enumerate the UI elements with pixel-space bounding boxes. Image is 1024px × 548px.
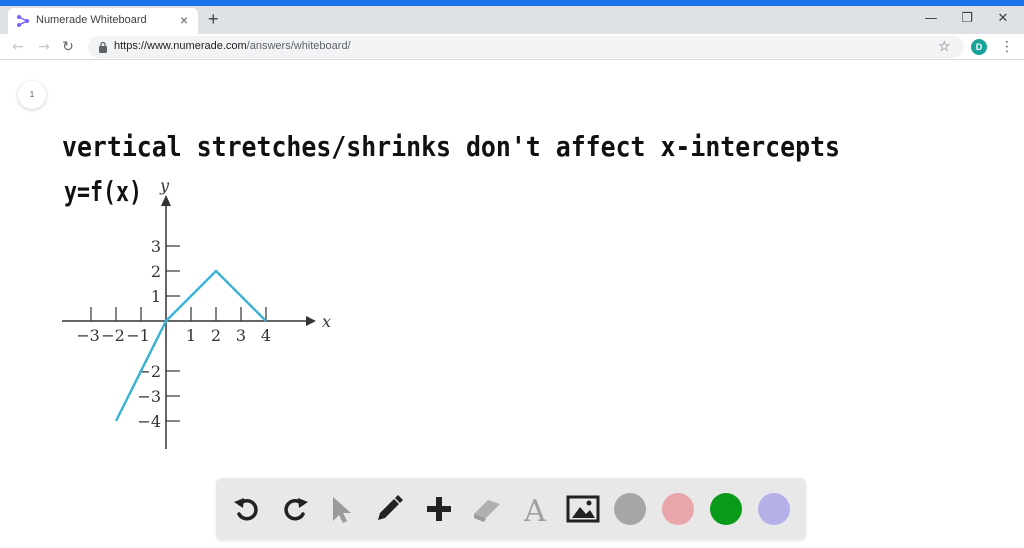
x-tick-label: 4 xyxy=(261,326,271,345)
x-axis-arrow xyxy=(306,316,316,326)
x-tick-label: 3 xyxy=(236,326,246,345)
numerade-logo-icon xyxy=(17,15,29,27)
restore-icon[interactable]: ❐ xyxy=(952,8,982,30)
tab-close-icon[interactable]: × xyxy=(180,12,188,28)
image-icon[interactable] xyxy=(566,492,600,526)
x-tick-label: −3 xyxy=(76,326,100,345)
lock-icon xyxy=(99,41,107,53)
handwritten-note-line1: vertical stretches/shrinks don't affect … xyxy=(62,130,840,163)
x-tick-label: 1 xyxy=(186,326,196,345)
url-text: https://www.numerade.com/answers/whitebo… xyxy=(114,40,351,52)
y-axis-label: y xyxy=(159,176,170,195)
x-tick-label: −1 xyxy=(126,326,150,345)
window-close-icon[interactable]: ✕ xyxy=(988,8,1018,30)
pencil-icon[interactable] xyxy=(372,492,406,526)
tab-numerade-whiteboard[interactable]: Numerade Whiteboard × xyxy=(8,8,198,34)
svg-text:A: A xyxy=(523,494,546,526)
profile-avatar[interactable]: D xyxy=(971,39,987,55)
new-tab-button[interactable]: + xyxy=(208,8,219,30)
x-tick-label: 2 xyxy=(211,326,221,345)
color-swatch-pink[interactable] xyxy=(662,493,694,525)
plus-icon[interactable] xyxy=(422,492,456,526)
y-tick-label: −3 xyxy=(137,387,161,406)
pointer-icon[interactable] xyxy=(324,492,358,526)
function-graph: x y −3 −2 −1 1 2 3 4 321−2−3−4 xyxy=(62,176,331,449)
tab-title: Numerade Whiteboard xyxy=(36,14,147,26)
tab-strip: Numerade Whiteboard × + — ❐ ✕ xyxy=(0,6,1024,34)
y-tick-label: 3 xyxy=(151,237,161,256)
browser-toolbar: ← → ↻ https://www.numerade.com/answers/w… xyxy=(0,34,1024,60)
y-axis-arrow xyxy=(161,195,171,206)
text-icon[interactable]: A xyxy=(518,492,552,526)
kebab-menu-icon[interactable]: ⋮ xyxy=(1000,37,1014,57)
reload-icon[interactable]: ↻ xyxy=(58,37,78,57)
handwritten-note-line2: y=f(x) xyxy=(64,175,142,208)
color-swatch-green[interactable] xyxy=(710,493,742,525)
color-swatch-lavender[interactable] xyxy=(758,493,790,525)
back-arrow-icon[interactable]: ← xyxy=(8,37,28,57)
whiteboard-drawing: vertical stretches/shrinks don't affect … xyxy=(62,130,840,449)
forward-arrow-icon[interactable]: → xyxy=(34,37,54,57)
x-axis-label: x xyxy=(322,312,331,331)
eraser-icon[interactable] xyxy=(470,492,504,526)
y-tick-label: 1 xyxy=(151,287,161,306)
x-tick-label: −2 xyxy=(101,326,125,345)
color-swatch-gray[interactable] xyxy=(614,493,646,525)
undo-icon[interactable] xyxy=(230,492,264,526)
whiteboard-canvas[interactable]: 1 vertical stretches/shrinks don't affec… xyxy=(0,61,1024,548)
redo-icon[interactable] xyxy=(278,492,312,526)
address-bar[interactable]: https://www.numerade.com/answers/whitebo… xyxy=(88,36,964,58)
bookmark-star-icon[interactable]: ☆ xyxy=(938,37,951,57)
y-tick-label: −4 xyxy=(137,412,161,431)
drawing-toolbar: A xyxy=(216,478,806,540)
minimize-icon[interactable]: — xyxy=(916,8,946,30)
y-tick-label: 2 xyxy=(151,262,161,281)
